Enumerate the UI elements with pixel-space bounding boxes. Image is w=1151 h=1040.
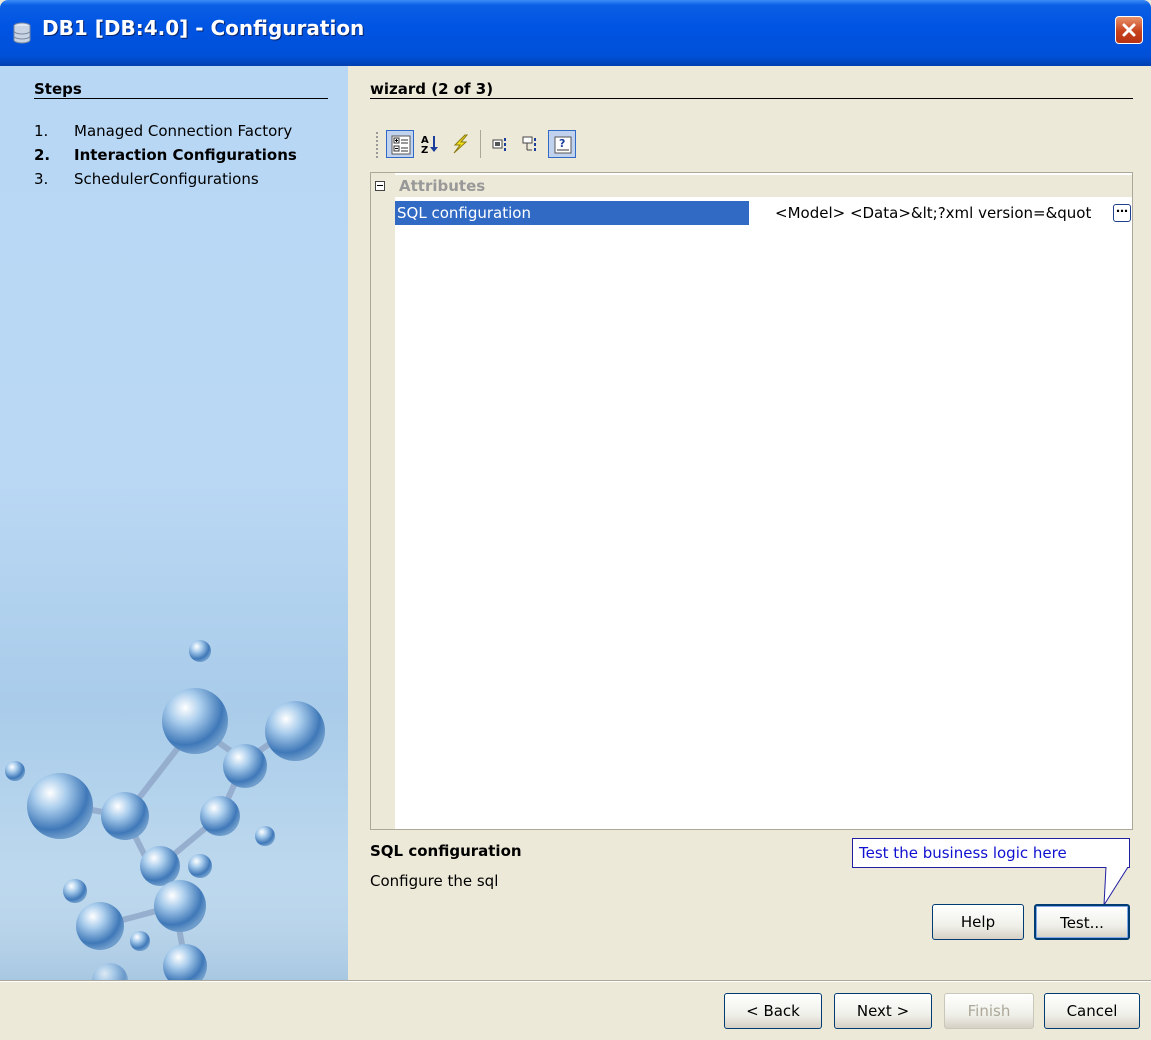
show-expert-properties-icon [492, 138, 506, 151]
steps-pane [0, 66, 348, 980]
wizard-divider [370, 98, 1133, 99]
test-button[interactable]: Test... [1034, 904, 1130, 940]
svg-text:Z: Z [421, 145, 428, 155]
next-button[interactable]: Next > [834, 993, 932, 1029]
categorized-view-icon [391, 135, 411, 155]
step-number: 3. [34, 170, 49, 188]
show-expert-properties-button[interactable] [488, 130, 516, 158]
sort-alphabetically-icon: A Z [421, 135, 438, 155]
window-title: DB1 [DB:4.0] - Configuration [42, 16, 365, 40]
events-button[interactable] [446, 130, 474, 158]
collapse-icon[interactable] [375, 181, 385, 191]
close-button[interactable] [1115, 16, 1143, 44]
callout-pointer [1103, 867, 1129, 907]
step-number: 1. [34, 122, 49, 140]
configuration-dialog: DB1 [DB:4.0] - Configuration Steps 1. Ma… [0, 0, 1151, 1040]
svg-text:?: ? [559, 137, 565, 150]
title-bar[interactable]: DB1 [DB:4.0] - Configuration [0, 0, 1151, 66]
molecule-illustration [0, 640, 348, 980]
steps-divider [34, 98, 328, 99]
ellipsis-button[interactable]: ⋯ [1113, 204, 1131, 222]
step-item: 1. Managed Connection Factory [34, 122, 292, 140]
show-hidden-properties-button[interactable] [518, 130, 546, 158]
finish-button: Finish [944, 993, 1034, 1029]
cancel-button[interactable]: Cancel [1044, 993, 1140, 1029]
step-label: SchedulerConfigurations [74, 170, 259, 188]
help-button[interactable]: Help [932, 904, 1024, 940]
step-label: Managed Connection Factory [74, 122, 293, 140]
sheet-gutter [371, 173, 395, 829]
show-hidden-properties-icon [522, 136, 536, 151]
description-text: Configure the sql [370, 872, 499, 890]
show-description-icon: ? [554, 136, 572, 154]
category-label: Attributes [399, 177, 486, 195]
steps-heading: Steps [34, 80, 82, 98]
wizard-heading: wizard (2 of 3) [370, 80, 494, 98]
footer-divider-highlight [0, 981, 1151, 982]
back-button[interactable]: < Back [724, 993, 822, 1029]
toolbar-separator [480, 130, 481, 158]
step-item: 3. SchedulerConfigurations [34, 170, 259, 188]
database-icon [12, 22, 32, 44]
callout-annotation: Test the business logic here [852, 838, 1130, 868]
property-name[interactable]: SQL configuration [395, 201, 749, 225]
close-icon [1122, 23, 1136, 37]
step-number: 2. [34, 146, 51, 164]
toolbar-grip[interactable] [376, 132, 380, 158]
step-item-current: 2. Interaction Configurations [34, 146, 297, 164]
property-sheet: Attributes SQL configuration <Model> <Da… [370, 172, 1133, 830]
description-title: SQL configuration [370, 842, 522, 860]
sort-alphabetically-button[interactable]: A Z [416, 130, 444, 158]
show-description-button[interactable]: ? [548, 130, 576, 158]
property-row-sql-configuration[interactable]: SQL configuration <Model> <Data>&lt;?xml… [395, 201, 1132, 225]
property-value[interactable]: <Model> <Data>&lt;?xml version=&quot [751, 201, 1113, 225]
categorized-view-button[interactable] [386, 130, 414, 158]
step-label: Interaction Configurations [74, 146, 297, 164]
category-row-attributes[interactable]: Attributes [371, 175, 1132, 197]
events-icon [453, 134, 469, 154]
